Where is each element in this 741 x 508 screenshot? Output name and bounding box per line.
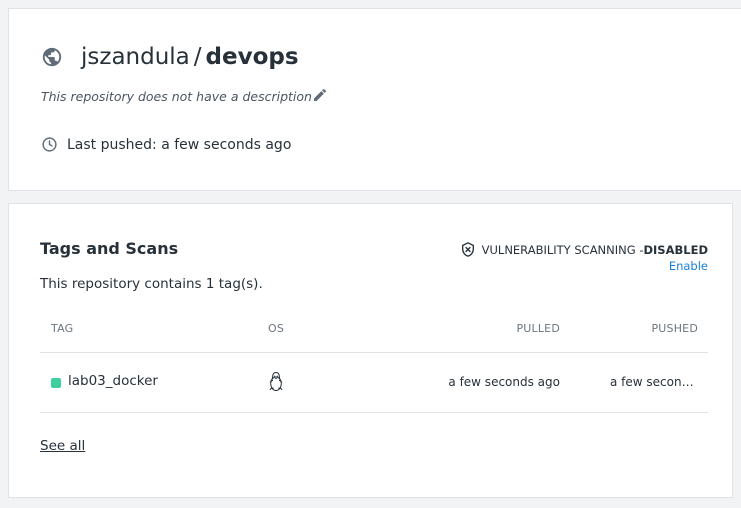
repository-header-card: jszandula / devops This repository does … (8, 8, 741, 191)
tags-and-scans-card: Tags and Scans VULNERABILITY SCANNING - … (8, 203, 733, 498)
tag-name-link[interactable]: lab03_docker (68, 373, 158, 389)
tag-count-text: This repository contains 1 tag(s). (40, 276, 263, 292)
tags-table-header: TAG OS PULLED PUSHED (40, 314, 708, 353)
last-pushed-info: Last pushed: a few seconds ago (41, 136, 291, 153)
tag-status-dot (51, 378, 61, 388)
repository-separator: / (193, 44, 202, 70)
globe-icon (42, 47, 62, 67)
column-header-tag: TAG (51, 322, 74, 335)
enable-scanning-link[interactable]: Enable (669, 259, 708, 273)
table-row: lab03_docker a few seconds ago a few sec… (40, 352, 708, 413)
repository-description: This repository does not have a descript… (41, 89, 312, 104)
column-header-pulled: PULLED (516, 322, 560, 335)
vulnerability-scanning-label: VULNERABILITY SCANNING - (481, 242, 644, 257)
linux-icon (269, 372, 283, 391)
repository-name: devops (205, 44, 299, 70)
shield-x-icon (461, 242, 474, 257)
last-pushed-text: Last pushed: a few seconds ago (67, 136, 292, 153)
column-header-os: OS (268, 322, 285, 335)
pencil-icon[interactable] (312, 87, 328, 103)
vulnerability-scanning-status: VULNERABILITY SCANNING - DISABLED (460, 241, 708, 258)
clock-icon (42, 137, 57, 152)
tag-pulled-time: a few seconds ago (448, 375, 560, 389)
repository-title: jszandula / devops (41, 41, 299, 73)
tags-section-title: Tags and Scans (40, 239, 179, 258)
tag-pushed-time: a few seconds ago (610, 375, 694, 389)
column-header-pushed: PUSHED (651, 322, 698, 335)
vulnerability-scanning-state: DISABLED (643, 242, 708, 257)
see-all-tags-link[interactable]: See all (40, 438, 85, 454)
repository-namespace[interactable]: jszandula (81, 44, 190, 70)
